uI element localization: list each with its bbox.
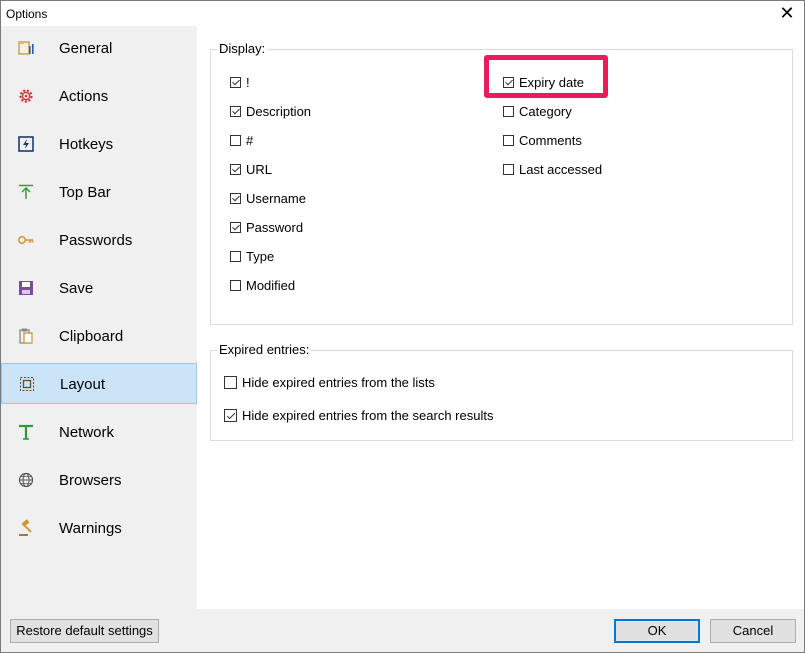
sidebar-item-label: Layout [60,376,106,393]
sidebar-item-hotkeys[interactable]: Hotkeys [1,124,197,164]
layout-icon [20,377,34,391]
checkbox-label: Type [246,248,275,264]
column-checkbox-description[interactable]: Description [230,102,311,120]
column-checkbox-password[interactable]: Password [230,218,303,236]
options-dialog: Options ✕ General Actions Hotkeys Top Ba… [0,0,805,653]
clipboard-icon [19,328,33,344]
sidebar-item-actions[interactable]: Actions [1,76,197,116]
checkbox-label: Hide expired entries from the search res… [242,407,494,423]
checkbox[interactable] [230,192,241,204]
checkbox[interactable] [503,105,514,117]
settings-panel: Display: ! Description # URL Username Pa… [197,26,804,609]
checkbox-label: Comments [519,132,582,148]
gear-icon [19,89,33,103]
sidebar-item-label: Top Bar [59,184,111,201]
hide-expired-lists-checkbox[interactable]: Hide expired entries from the lists [224,373,435,391]
sidebar-item-label: General [59,40,113,57]
display-legend: Display: [217,41,268,56]
checkbox-label: # [246,132,254,148]
sidebar-item-layout[interactable]: Layout [1,363,197,404]
checkbox[interactable] [503,163,514,175]
checkbox[interactable] [503,134,514,146]
sidebar-item-label: Passwords [59,232,133,249]
checkbox-label: ! [246,74,250,90]
sidebar-item-label: Clipboard [59,328,124,345]
checkbox[interactable] [230,221,241,233]
floppy-disk-icon [19,281,33,295]
column-checkbox-category[interactable]: Category [503,102,572,120]
column-checkbox-url[interactable]: URL [230,160,272,178]
checkbox[interactable] [224,408,237,422]
checkbox-label: Last accessed [519,161,603,177]
general-icon [18,41,34,55]
dialog-footer: Restore default settings OK Cancel [1,609,804,652]
highlight-box [484,55,608,98]
checkbox[interactable] [230,163,241,175]
sidebar-item-label: Warnings [59,520,122,537]
hide-expired-search-checkbox[interactable]: Hide expired entries from the search res… [224,406,493,424]
checkbox[interactable] [230,105,241,117]
expired-entries-group: Expired entries: [210,342,793,441]
key-icon [17,235,34,245]
sidebar-item-label: Save [59,280,94,297]
arrow-up-icon [19,184,33,199]
close-icon[interactable]: ✕ [776,3,798,23]
title-bar: Options ✕ [1,1,804,26]
window-title: Options [6,7,48,21]
sidebar-item-top-bar[interactable]: Top Bar [1,172,197,212]
ok-button[interactable]: OK [614,619,700,643]
sidebar-item-passwords[interactable]: Passwords [1,220,197,260]
expired-entries-legend: Expired entries: [217,342,312,357]
globe-icon [18,472,34,488]
column-checkbox-comments[interactable]: Comments [503,131,582,149]
checkbox-label: Password [246,219,304,235]
column-checkbox-last-accessed[interactable]: Last accessed [503,160,602,178]
checkbox-label: Username [246,190,306,206]
checkbox[interactable] [230,134,241,146]
gavel-icon [19,519,32,536]
sidebar-item-label: Hotkeys [59,136,114,153]
sidebar-item-label: Actions [59,88,109,105]
sidebar-item-warnings[interactable]: Warnings [1,508,197,548]
lightning-icon [18,136,34,152]
restore-defaults-button[interactable]: Restore default settings [10,619,159,643]
network-icon [19,424,33,440]
sidebar-item-browsers[interactable]: Browsers [1,460,197,500]
column-checkbox-modified[interactable]: Modified [230,276,295,294]
checkbox[interactable] [230,279,241,291]
checkbox-label: URL [246,161,273,177]
column-checkbox-type[interactable]: Type [230,247,274,265]
checkbox[interactable] [230,76,241,88]
sidebar-item-clipboard[interactable]: Clipboard [1,316,197,356]
column-checkbox-exclamation[interactable]: ! [230,73,250,91]
column-checkbox-username[interactable]: Username [230,189,306,207]
sidebar-item-network[interactable]: Network [1,412,197,452]
cancel-button[interactable]: Cancel [710,619,796,643]
checkbox-label: Hide expired entries from the lists [242,374,435,390]
sidebar-item-label: Browsers [59,472,122,489]
sidebar-item-label: Network [59,424,115,441]
checkbox-label: Description [246,103,312,119]
checkbox-label: Modified [246,277,296,293]
checkbox[interactable] [224,375,237,389]
sidebar-item-save[interactable]: Save [1,268,197,308]
checkbox[interactable] [230,250,241,262]
column-checkbox-number[interactable]: # [230,131,253,149]
checkbox-label: Category [519,103,572,119]
sidebar-item-general[interactable]: General [1,28,197,68]
sidebar: General Actions Hotkeys Top Bar Password… [1,26,197,609]
